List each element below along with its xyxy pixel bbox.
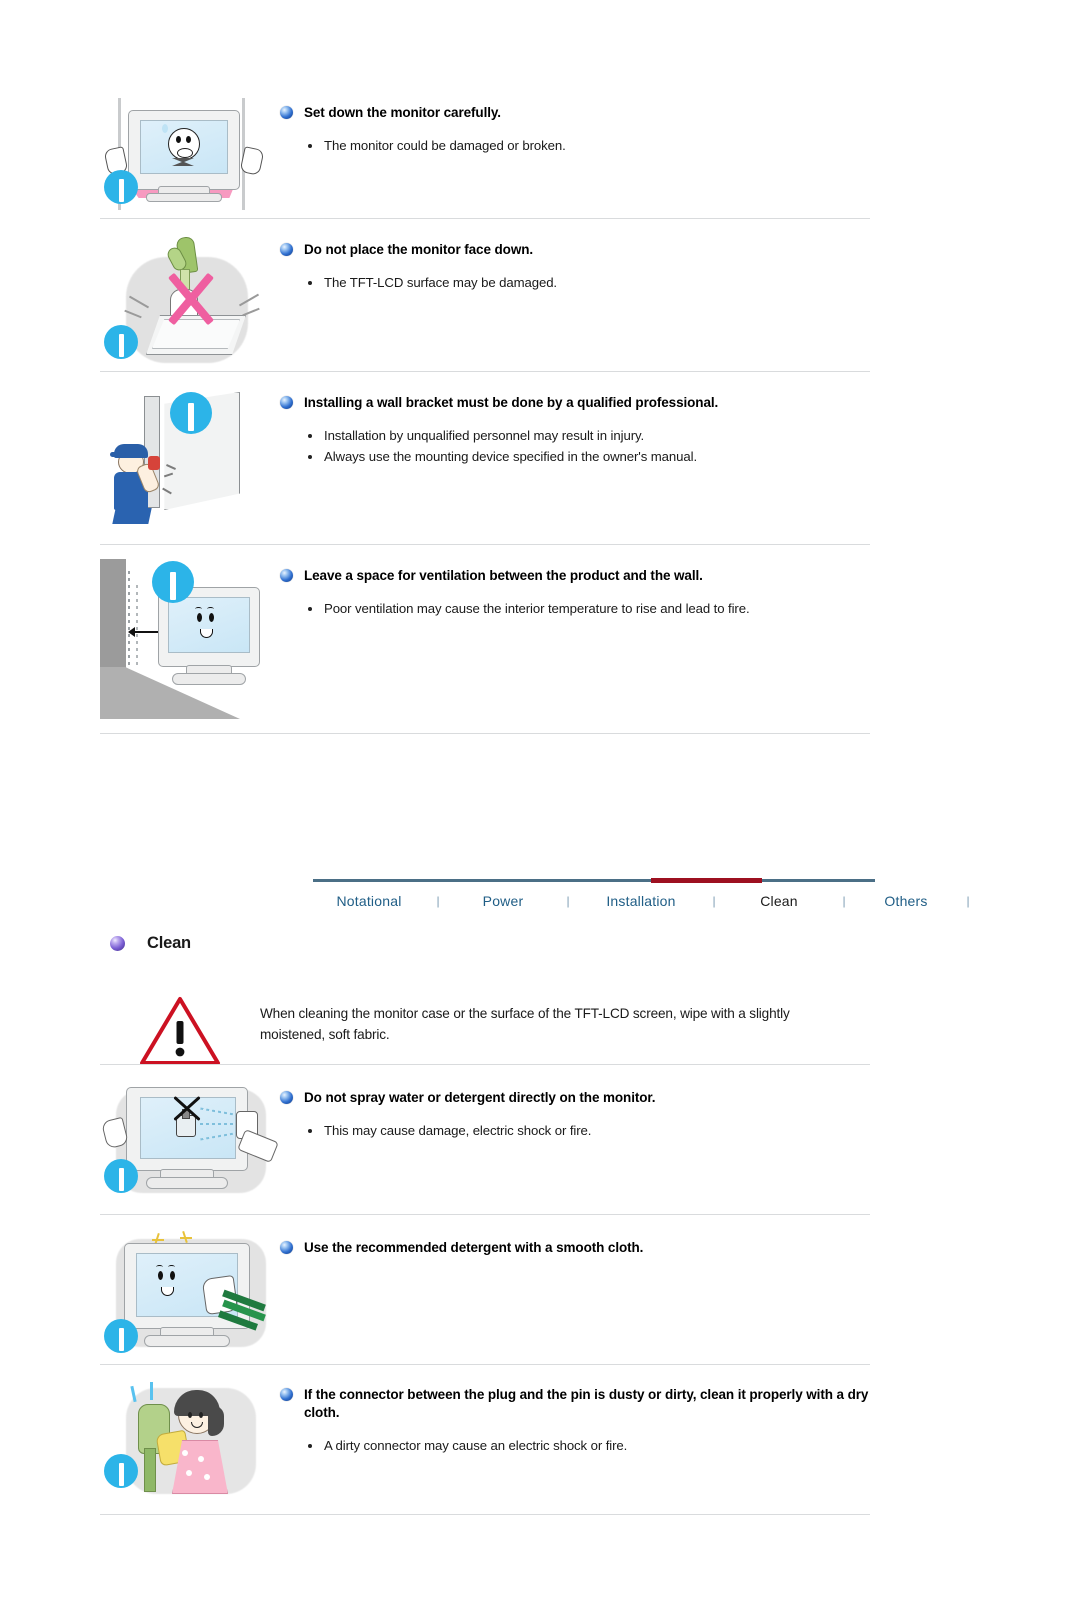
list-item: The monitor could be damaged or broken.	[280, 136, 870, 156]
item-title: Set down the monitor carefully.	[280, 104, 870, 122]
illustration-wall-bracket-install	[100, 386, 280, 528]
blue-exclamation-icon	[152, 561, 194, 603]
illustration-monitor-face-down	[100, 233, 280, 365]
blue-exclamation-icon	[104, 1319, 138, 1353]
safety-item-text: Installing a wall bracket must be done b…	[280, 386, 870, 467]
safety-item-wall-bracket: Installing a wall bracket must be done b…	[100, 386, 870, 524]
item-bullet-list: The TFT-LCD surface may be damaged.	[280, 273, 870, 293]
blue-sphere-bullet-icon	[280, 243, 293, 256]
item-title-text: Use the recommended detergent with a smo…	[304, 1240, 644, 1255]
blue-exclamation-icon	[104, 170, 138, 204]
item-bullet-list: Poor ventilation may cause the interior …	[280, 599, 870, 619]
page-title-text: Clean	[147, 934, 191, 952]
item-bullet-list: This may cause damage, electric shock or…	[280, 1121, 870, 1141]
item-title: Do not spray water or detergent directly…	[280, 1089, 870, 1107]
clean-item-dusty-connector: If the connector between the plug and th…	[100, 1378, 870, 1508]
item-title: Installing a wall bracket must be done b…	[280, 394, 870, 412]
list-item: Installation by unqualified personnel ma…	[280, 426, 870, 446]
tab-bar-rule	[313, 878, 875, 883]
purple-sphere-icon	[110, 936, 125, 951]
clean-warning-block: When cleaning the monitor case or the su…	[100, 991, 870, 1067]
safety-item-text: Leave a space for ventilation between th…	[280, 559, 870, 620]
blue-exclamation-icon	[170, 392, 212, 434]
list-item: A dirty connector may cause an electric …	[280, 1436, 870, 1456]
list-item: This may cause damage, electric shock or…	[280, 1121, 870, 1141]
item-title-text: Do not place the monitor face down.	[304, 242, 534, 257]
item-bullet-list: Installation by unqualified personnel ma…	[280, 426, 870, 467]
section-divider	[100, 1064, 870, 1065]
clean-item-recommended-detergent: Use the recommended detergent with a smo…	[100, 1230, 870, 1356]
illustration-ventilation-space	[100, 559, 280, 723]
clean-item-text: Do not spray water or detergent directly…	[280, 1081, 870, 1142]
item-title-text: Set down the monitor carefully.	[304, 105, 501, 120]
tab-separator: |	[712, 894, 716, 908]
blue-sphere-bullet-icon	[280, 106, 293, 119]
item-title-text: Installing a wall bracket must be done b…	[304, 395, 719, 410]
section-divider	[100, 218, 870, 219]
list-item: The TFT-LCD surface may be damaged.	[280, 273, 870, 293]
section-divider	[100, 1514, 870, 1515]
list-item: Always use the mounting device specified…	[280, 447, 870, 467]
item-title: Do not place the monitor face down.	[280, 241, 870, 259]
item-title-text: Leave a space for ventilation between th…	[304, 568, 703, 583]
tab-separator: |	[966, 894, 970, 908]
tab-others[interactable]: Others	[857, 893, 955, 909]
safety-item-text: Do not place the monitor face down. The …	[280, 233, 870, 294]
section-divider	[100, 733, 870, 734]
tab-separator: |	[436, 894, 440, 908]
blue-sphere-bullet-icon	[280, 1241, 293, 1254]
section-divider	[100, 1364, 870, 1365]
tab-separator: |	[842, 894, 846, 908]
blue-exclamation-icon	[104, 1454, 138, 1488]
item-title-text: If the connector between the plug and th…	[304, 1387, 869, 1421]
blue-sphere-bullet-icon	[280, 569, 293, 582]
blue-exclamation-icon	[104, 325, 138, 359]
item-title: If the connector between the plug and th…	[280, 1386, 870, 1422]
section-tab-bar[interactable]: Notational | Power | Installation | Clea…	[313, 878, 970, 916]
illustration-clean-plug-connector	[100, 1378, 280, 1506]
clean-item-text: If the connector between the plug and th…	[280, 1378, 870, 1457]
tab-notational[interactable]: Notational	[313, 893, 425, 909]
page-title: Clean	[110, 934, 191, 953]
section-divider	[100, 371, 870, 372]
item-title-text: Do not spray water or detergent directly…	[304, 1090, 656, 1105]
section-divider	[100, 1214, 870, 1215]
clean-item-no-spray: Do not spray water or detergent directly…	[100, 1081, 870, 1196]
illustration-set-down-monitor	[100, 96, 280, 216]
item-bullet-list: The monitor could be damaged or broken.	[280, 136, 870, 156]
blue-sphere-bullet-icon	[280, 396, 293, 409]
illustration-wipe-monitor-with-cloth	[100, 1230, 280, 1356]
tab-power[interactable]: Power	[451, 893, 555, 909]
tab-separator: |	[566, 894, 570, 908]
safety-item-face-down: Do not place the monitor face down. The …	[100, 233, 870, 363]
active-tab-indicator	[651, 878, 762, 883]
clean-item-text: Use the recommended detergent with a smo…	[280, 1231, 870, 1257]
safety-item-ventilation-space: Leave a space for ventilation between th…	[100, 559, 870, 719]
tab-list[interactable]: Notational | Power | Installation | Clea…	[313, 882, 969, 916]
manual-page: Set down the monitor carefully. The moni…	[0, 96, 1080, 1624]
clean-warning-text: When cleaning the monitor case or the su…	[260, 1006, 790, 1043]
red-warning-triangle-icon	[100, 991, 260, 1067]
item-title: Leave a space for ventilation between th…	[280, 567, 870, 585]
blue-sphere-bullet-icon	[280, 1091, 293, 1104]
item-title: Use the recommended detergent with a smo…	[280, 1239, 870, 1257]
tab-installation[interactable]: Installation	[581, 893, 701, 909]
illustration-no-spray-on-monitor	[100, 1081, 280, 1201]
blue-exclamation-icon	[104, 1159, 138, 1193]
safety-item-text: Set down the monitor carefully. The moni…	[280, 96, 870, 157]
section-divider	[100, 544, 870, 545]
blue-sphere-bullet-icon	[280, 1388, 293, 1401]
tab-clean[interactable]: Clean	[727, 893, 831, 909]
safety-item-set-down-monitor: Set down the monitor carefully. The moni…	[100, 96, 870, 210]
list-item: Poor ventilation may cause the interior …	[280, 599, 870, 619]
item-bullet-list: A dirty connector may cause an electric …	[280, 1436, 870, 1456]
